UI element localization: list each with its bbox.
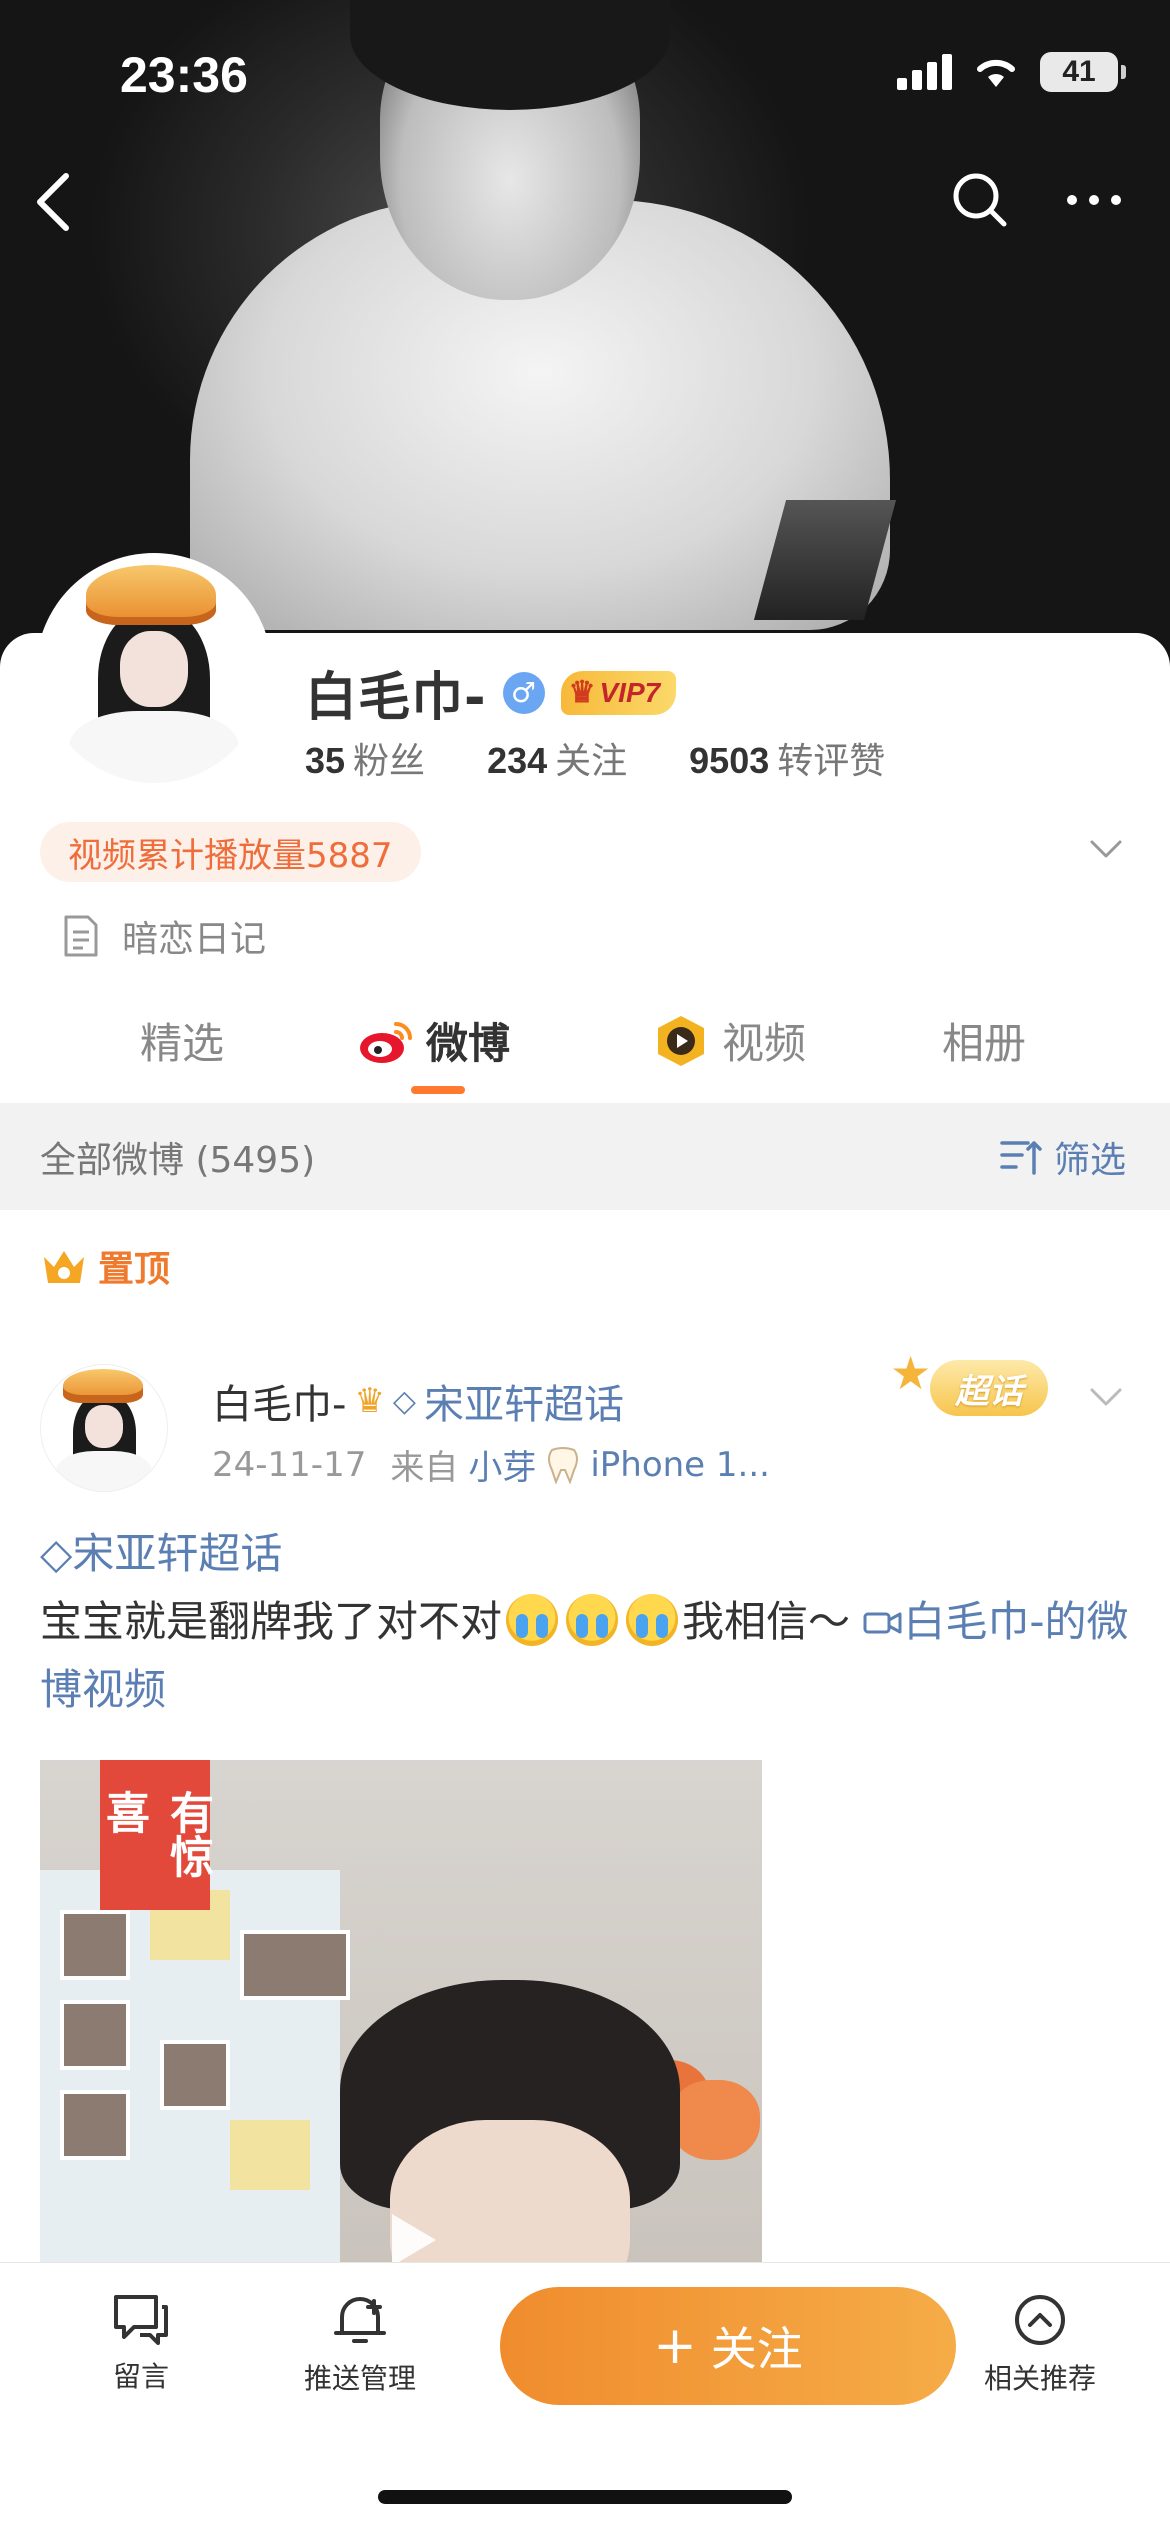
post-source-prefix: 来自 bbox=[390, 1448, 459, 1488]
post-author-avatar[interactable] bbox=[40, 1364, 168, 1492]
post-more-button[interactable] bbox=[1086, 1378, 1126, 1422]
avatar-decoration-icon bbox=[63, 1369, 143, 1403]
post-meta: 24-11-17 来自 小芽 iPhone 1... bbox=[212, 1440, 770, 1489]
bell-icon bbox=[334, 2297, 386, 2343]
supertopic-badge[interactable]: ★ 超话 bbox=[890, 1346, 1060, 1426]
tab-weibo[interactable]: 微博 bbox=[358, 1010, 510, 1071]
stat-fans-label: 粉丝 bbox=[353, 741, 426, 782]
chevron-left-icon bbox=[37, 173, 69, 231]
push-label: 推送管理 bbox=[304, 2362, 417, 2395]
tab-album[interactable]: 相册 bbox=[942, 1010, 1026, 1071]
stat-following-value: 234 bbox=[487, 740, 548, 781]
profile-expand-button[interactable] bbox=[1086, 830, 1126, 874]
filter-icon bbox=[1000, 1140, 1042, 1175]
recommend-label: 相关推荐 bbox=[984, 2362, 1097, 2395]
filter-button[interactable]: 筛选 bbox=[1000, 1131, 1126, 1183]
active-tab-indicator bbox=[411, 1086, 465, 1094]
tab-video[interactable]: 视频 bbox=[652, 1010, 806, 1071]
more-dots-icon bbox=[1067, 195, 1121, 205]
chevron-down-icon bbox=[1090, 840, 1122, 858]
post-source-device[interactable]: iPhone 1... bbox=[590, 1445, 770, 1485]
supertopic-badge-label: 超话 bbox=[930, 1360, 1048, 1416]
stat-following-label: 关注 bbox=[555, 741, 628, 782]
plus-icon: + bbox=[653, 2316, 697, 2376]
supertopic-diamond-icon: ◇ bbox=[392, 1383, 416, 1419]
message-label: 留言 bbox=[112, 2360, 169, 2393]
crown-icon bbox=[44, 1251, 84, 1283]
tab-featured-label: 精选 bbox=[140, 1019, 225, 1068]
post-body-topic-line[interactable]: ◇宋亚轩超话 bbox=[40, 1520, 1130, 1588]
filter-bar: 全部微博 (5495) 筛选 bbox=[0, 1103, 1170, 1210]
status-time: 23:36 bbox=[120, 47, 248, 103]
post-source-name[interactable]: 小芽 bbox=[468, 1440, 536, 1489]
message-button[interactable]: 留言 bbox=[112, 2293, 170, 2395]
crying-emoji-icon bbox=[506, 1594, 559, 1646]
related-recommend-button[interactable]: 相关推荐 bbox=[984, 2293, 1096, 2397]
follow-label: 关注 bbox=[710, 2322, 803, 2376]
stat-fans-value: 35 bbox=[305, 740, 346, 781]
post-date: 24-11-17 bbox=[212, 1444, 367, 1485]
post-body: ◇宋亚轩超话 宝宝就是翻牌我了对不对 我相信～ 白毛巾-的微博视频 bbox=[40, 1520, 1130, 1724]
post-count-label: 全部微博 (5495) bbox=[40, 1139, 316, 1181]
document-icon bbox=[64, 915, 98, 957]
stat-likes-value: 9503 bbox=[689, 740, 770, 781]
profile-stats: 35 粉丝 234 关注 9503 转评赞 bbox=[305, 732, 885, 784]
intro-text: 暗恋日记 bbox=[122, 919, 267, 960]
back-button[interactable] bbox=[30, 170, 78, 234]
weibo-logo-icon bbox=[360, 1021, 412, 1063]
push-settings-button[interactable]: 推送管理 bbox=[304, 2293, 416, 2397]
vip-badge[interactable]: ♛ VIP7 bbox=[560, 670, 677, 715]
diamond-icon: ◇ bbox=[40, 1529, 73, 1578]
tab-weibo-label: 微博 bbox=[426, 1019, 511, 1068]
stat-likes-label: 转评赞 bbox=[777, 741, 886, 782]
post-video-thumbnail[interactable]: 有惊喜 bbox=[40, 1760, 762, 2280]
more-button[interactable] bbox=[1064, 170, 1124, 230]
video-camera-icon bbox=[863, 1612, 902, 1634]
stat-likes[interactable]: 9503 转评赞 bbox=[689, 732, 885, 784]
vip-crown-icon: ♛ bbox=[354, 1381, 385, 1421]
vip-label: VIP7 bbox=[599, 676, 661, 708]
stat-fans[interactable]: 35 粉丝 bbox=[305, 732, 425, 784]
video-channel-icon bbox=[658, 1015, 704, 1066]
home-indicator[interactable] bbox=[378, 2490, 792, 2504]
pinned-label-row: 置顶 bbox=[40, 1240, 170, 1292]
post-body-topic: 宋亚轩超话 bbox=[72, 1529, 283, 1578]
filter-label: 筛选 bbox=[1053, 1139, 1126, 1181]
male-gender-icon: ♂ bbox=[502, 671, 545, 714]
play-count-tag[interactable]: 视频累计播放量5887 bbox=[40, 822, 421, 882]
stat-following[interactable]: 234 关注 bbox=[487, 732, 627, 784]
avatar-decoration-icon bbox=[86, 565, 216, 625]
profile-name: 白毛巾- bbox=[305, 668, 487, 728]
tab-featured[interactable]: 精选 bbox=[140, 1010, 224, 1071]
tab-video-label: 视频 bbox=[722, 1019, 807, 1068]
signal-icon bbox=[897, 54, 952, 90]
post-topic-link[interactable]: 宋亚轩超话 bbox=[424, 1372, 624, 1430]
search-button[interactable] bbox=[950, 170, 1010, 230]
profile-tabs: 精选 微博 视频 相册 bbox=[0, 1000, 1170, 1100]
crown-icon: ♛ bbox=[568, 676, 596, 709]
post-body-text-after: 我相信～ bbox=[682, 1597, 851, 1646]
media-banner-text: 有惊喜 bbox=[98, 1760, 213, 1910]
tooth-icon bbox=[548, 1446, 579, 1484]
post-body-text: 宝宝就是翻牌我了对不对 bbox=[40, 1597, 503, 1646]
search-icon bbox=[953, 173, 1007, 227]
chevron-down-icon bbox=[1090, 1388, 1122, 1406]
pinned-label: 置顶 bbox=[98, 1249, 171, 1290]
crying-emoji-icon bbox=[626, 1594, 679, 1646]
wifi-icon bbox=[977, 59, 1015, 87]
profile-intro: 暗恋日记 bbox=[62, 910, 266, 962]
photo-board bbox=[40, 1870, 350, 2280]
battery-icon: 41 bbox=[1040, 52, 1126, 92]
chevron-up-circle-icon bbox=[1015, 2295, 1065, 2345]
profile-name-row: 白毛巾- ♂ ♛ VIP7 bbox=[305, 655, 677, 730]
crying-emoji-icon bbox=[566, 1594, 619, 1646]
profile-avatar[interactable] bbox=[36, 553, 272, 789]
follow-button[interactable]: + 关注 bbox=[500, 2287, 956, 2405]
post-header: 白毛巾- ♛ ◇ 宋亚轩超话 bbox=[212, 1372, 624, 1430]
chat-bubble-icon bbox=[114, 2295, 168, 2345]
post-author-name[interactable]: 白毛巾- bbox=[212, 1372, 346, 1430]
tab-album-label: 相册 bbox=[942, 1019, 1027, 1068]
star-icon: ★ bbox=[890, 1346, 932, 1400]
status-icons: 41 bbox=[897, 52, 1126, 92]
